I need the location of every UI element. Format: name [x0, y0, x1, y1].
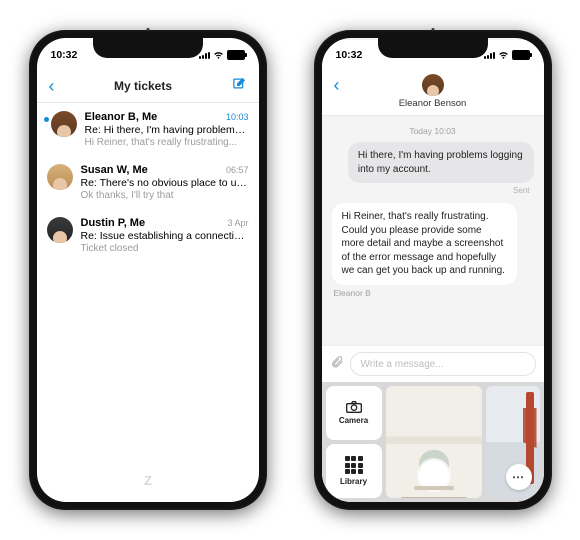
- notch: [93, 38, 203, 58]
- placeholder: Write a message...: [361, 359, 444, 370]
- preview: Hi Reiner, that's really frustrating...: [85, 137, 249, 148]
- ticket-row[interactable]: Susan W, Me 06:57 Re: There's no obvious…: [37, 156, 259, 209]
- user-message[interactable]: Hi there, I'm having problems logging in…: [348, 142, 534, 183]
- agent-name-label: Eleanor B: [334, 288, 532, 298]
- library-button[interactable]: Library: [326, 444, 382, 498]
- date-label: Today 10:03: [332, 126, 534, 136]
- sender: Eleanor B, Me: [85, 111, 158, 123]
- phone-left: 10:32 ‹ My tickets: [29, 30, 267, 510]
- ticket-row[interactable]: Eleanor B, Me 10:03 Re: Hi there, I'm ha…: [37, 103, 259, 156]
- unread-indicator: [44, 117, 49, 122]
- message-input[interactable]: Write a message...: [350, 352, 536, 376]
- wifi-icon: [498, 50, 509, 61]
- wifi-icon: [213, 50, 224, 61]
- attachment-tray: Camera Library ⋯: [322, 382, 544, 502]
- photo-thumbnail[interactable]: [386, 386, 483, 498]
- status-time: 10:32: [51, 49, 78, 61]
- battery-icon: [512, 50, 530, 60]
- sender: Dustin P, Me: [81, 217, 146, 229]
- phone-right: 10:32 ‹ Eleanor Benson Today 10:03 Hi th…: [314, 30, 552, 510]
- notch: [378, 38, 488, 58]
- subject: Re: Hi there, I'm having problems l...: [85, 124, 249, 136]
- more-button[interactable]: ⋯: [506, 464, 532, 490]
- shutter-button[interactable]: [419, 460, 449, 490]
- grid-icon: [345, 456, 363, 474]
- chat-header: ‹ Eleanor Benson: [322, 70, 544, 116]
- sent-status: Sent: [336, 186, 530, 195]
- photo-thumbnail[interactable]: ⋯: [486, 386, 539, 498]
- camera-button[interactable]: Camera: [326, 386, 382, 440]
- camera-label: Camera: [339, 416, 368, 425]
- timestamp: 10:03: [226, 112, 249, 122]
- navbar: ‹ My tickets: [37, 70, 259, 103]
- preview: Ok thanks, I'll try that: [81, 190, 249, 201]
- battery-icon: [227, 50, 245, 60]
- library-label: Library: [340, 477, 367, 486]
- ticket-row[interactable]: Dustin P, Me 3 Apr Re: Issue establishin…: [37, 209, 259, 262]
- signal-icon: [199, 51, 210, 59]
- avatar: [51, 111, 77, 137]
- timestamp: 3 Apr: [227, 218, 248, 228]
- chat-body: Today 10:03 Hi there, I'm having problem…: [322, 116, 544, 345]
- agent-message[interactable]: Hi Reiner, that's really frustrating. Co…: [332, 203, 518, 285]
- avatar: [47, 164, 73, 190]
- ticket-list: Eleanor B, Me 10:03 Re: Hi there, I'm ha…: [37, 103, 259, 502]
- back-button[interactable]: ‹: [334, 76, 340, 94]
- avatar: [47, 217, 73, 243]
- zendesk-logo: Ζ: [144, 473, 151, 488]
- back-button[interactable]: ‹: [49, 77, 55, 95]
- camera-icon: [346, 401, 362, 413]
- page-title: My tickets: [114, 79, 172, 93]
- subject: Re: Issue establishing a connection...: [81, 230, 249, 242]
- timestamp: 06:57: [226, 165, 249, 175]
- avatar[interactable]: [422, 74, 444, 96]
- subject: Re: There's no obvious place to up...: [81, 177, 249, 189]
- preview: Ticket closed: [81, 243, 249, 254]
- sender: Susan W, Me: [81, 164, 148, 176]
- contact-name: Eleanor Benson: [399, 98, 467, 109]
- composer: Write a message...: [322, 345, 544, 382]
- attachment-icon[interactable]: [330, 355, 344, 374]
- status-time: 10:32: [336, 49, 363, 61]
- signal-icon: [484, 51, 495, 59]
- compose-button[interactable]: [232, 76, 247, 96]
